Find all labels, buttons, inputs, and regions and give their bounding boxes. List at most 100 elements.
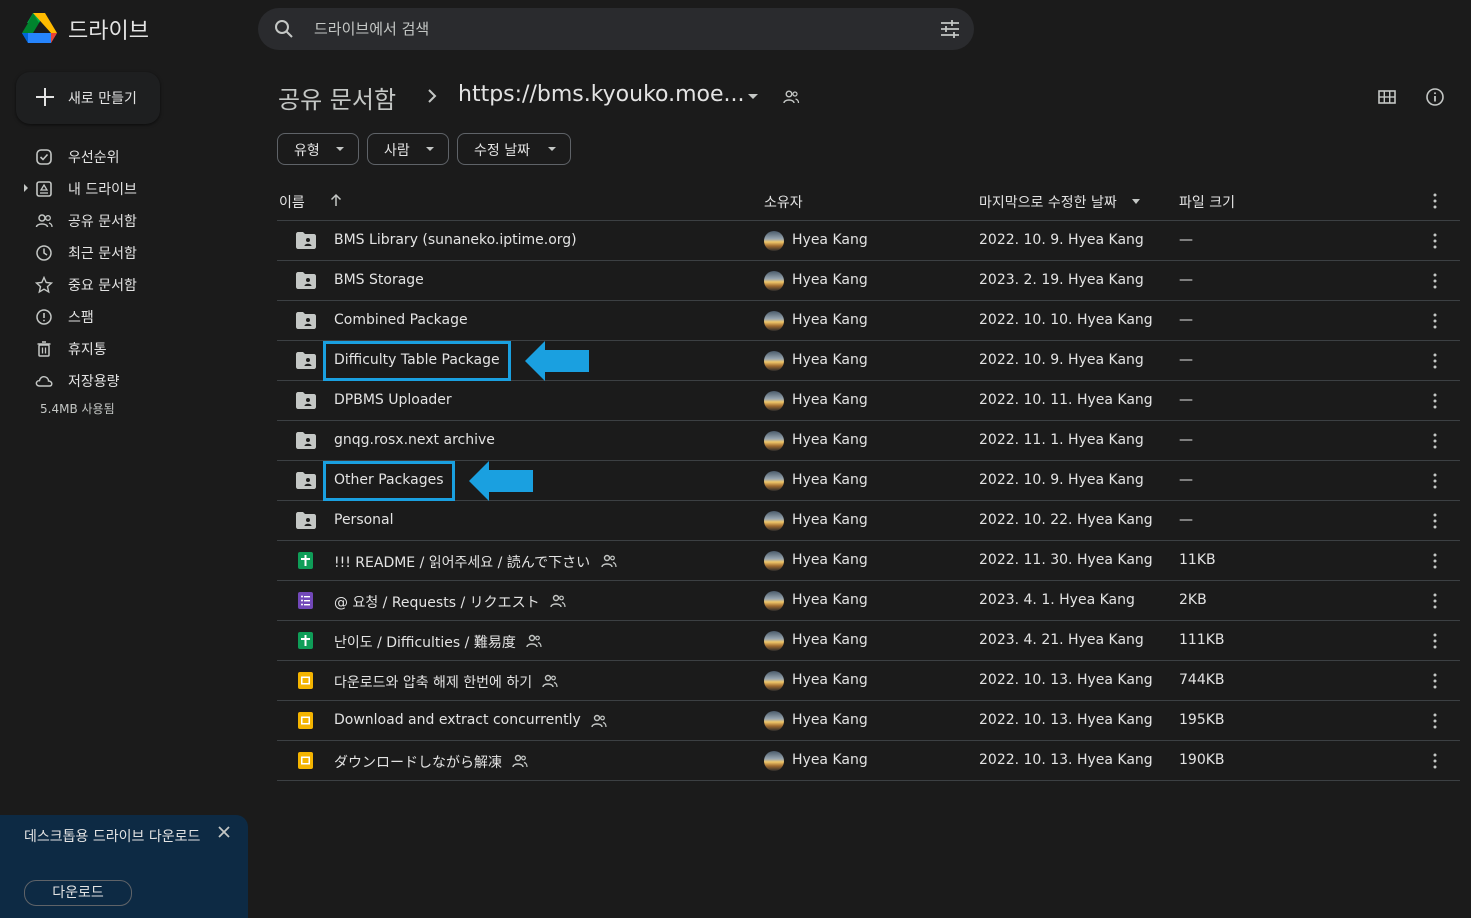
- table-row[interactable]: 다운로드와 압축 해제 한번에 하기 Hyea Kang 2022. 10. 13.…: [277, 661, 1460, 701]
- owner-avatar: [764, 551, 784, 571]
- table-row[interactable]: @ 요청 / Requests / リクエスト Hyea Kang 2023. 4.…: [277, 581, 1460, 621]
- file-name[interactable]: BMS Library (sunaneko.iptime.org): [334, 232, 577, 248]
- sidebar-item-storage[interactable]: 저장용량: [0, 364, 250, 396]
- file-size: 111KB: [1179, 632, 1225, 648]
- sort-dropdown-icon[interactable]: [1132, 199, 1140, 204]
- modified-date: 2023. 4. 1. Hyea Kang: [979, 592, 1135, 608]
- table-row[interactable]: !!! README / 읽어주세요 / 読んで下さい Hyea Kang 2022…: [277, 541, 1460, 581]
- sidebar-item-my-drive[interactable]: 내 드라이브: [0, 172, 250, 204]
- modified-date: 2022. 10. 9. Hyea Kang: [979, 352, 1144, 368]
- download-button[interactable]: 다운로드: [24, 880, 132, 906]
- new-button[interactable]: 새로 만들기: [16, 72, 160, 124]
- drive-logo-icon[interactable]: [22, 12, 58, 44]
- sidebar-item-priority[interactable]: 우선순위: [0, 140, 250, 172]
- modified-date: 2022. 10. 9. Hyea Kang: [979, 472, 1144, 488]
- file-name[interactable]: Combined Package: [334, 312, 468, 328]
- more-vert-icon[interactable]: [1429, 672, 1441, 690]
- brand-title: 드라이브: [68, 19, 149, 44]
- search-options-icon[interactable]: [940, 19, 960, 39]
- grid-view-icon[interactable]: [1377, 87, 1397, 107]
- file-size: —: [1179, 352, 1193, 368]
- my-drive-icon: [36, 181, 52, 197]
- more-vert-icon[interactable]: [1429, 352, 1441, 370]
- file-size: —: [1179, 432, 1193, 448]
- more-vert-icon[interactable]: [1429, 432, 1441, 450]
- more-vert-icon[interactable]: [1429, 552, 1441, 570]
- table-row[interactable]: ダウンロードしながら解凍 Hyea Kang 2022. 10. 13. Hyea …: [277, 741, 1460, 781]
- file-name[interactable]: gnqg.rosx.next archive: [334, 432, 495, 448]
- search-icon[interactable]: [274, 19, 294, 39]
- more-vert-icon[interactable]: [1429, 192, 1441, 210]
- table-row[interactable]: gnqg.rosx.next archive Hyea Kang 2022. 11.…: [277, 421, 1460, 461]
- table-row[interactable]: Combined Package Hyea Kang 2022. 10. 10. H…: [277, 301, 1460, 341]
- chevron-down-icon[interactable]: [748, 94, 758, 99]
- file-name[interactable]: !!! README / 읽어주세요 / 読んで下さい: [334, 552, 590, 572]
- sidebar-item-starred[interactable]: 중요 문서함: [0, 268, 250, 300]
- more-vert-icon[interactable]: [1429, 232, 1441, 250]
- chevron-down-icon: [336, 147, 344, 151]
- sidebar-item-shared[interactable]: 공유 문서함: [0, 204, 250, 236]
- file-size: 2KB: [1179, 592, 1207, 608]
- table-body: BMS Library (sunaneko.iptime.org) Hyea Ka…: [277, 221, 1460, 781]
- close-icon[interactable]: [215, 823, 233, 841]
- column-header-size[interactable]: 파일 크기: [1179, 192, 1235, 212]
- sidebar-item-spam[interactable]: 스팸: [0, 300, 250, 332]
- file-size: —: [1179, 392, 1193, 408]
- search-bar[interactable]: 드라이브에서 검색: [258, 8, 974, 50]
- more-vert-icon[interactable]: [1429, 632, 1441, 650]
- owner-avatar: [764, 391, 784, 411]
- shared-folder-icon: [296, 312, 316, 329]
- filter-type-chip[interactable]: 유형: [277, 133, 359, 165]
- table-row[interactable]: BMS Storage Hyea Kang 2023. 2. 19. Hyea Ka…: [277, 261, 1460, 301]
- more-vert-icon[interactable]: [1429, 312, 1441, 330]
- file-size: 190KB: [1179, 752, 1225, 768]
- more-vert-icon[interactable]: [1429, 272, 1441, 290]
- table-row[interactable]: DPBMS Uploader Hyea Kang 2022. 10. 11. Hye…: [277, 381, 1460, 421]
- expand-caret-icon[interactable]: [24, 184, 28, 192]
- table-row[interactable]: Download and extract concurrently Hyea Ka…: [277, 701, 1460, 741]
- shared-folder-icon[interactable]: [782, 88, 800, 106]
- file-name[interactable]: BMS Storage: [334, 272, 424, 288]
- more-vert-icon[interactable]: [1429, 592, 1441, 610]
- file-size: 195KB: [1179, 712, 1225, 728]
- owner-avatar: [764, 431, 784, 451]
- file-size: —: [1179, 472, 1193, 488]
- file-name[interactable]: 다운로드와 압축 해제 한번에 하기: [334, 672, 532, 692]
- column-header-owner[interactable]: 소유자: [764, 192, 803, 212]
- more-vert-icon[interactable]: [1429, 512, 1441, 530]
- more-vert-icon[interactable]: [1429, 392, 1441, 410]
- breadcrumb-root[interactable]: 공유 문서함: [278, 80, 396, 115]
- sidebar-item-recent[interactable]: 최근 문서함: [0, 236, 250, 268]
- file-name[interactable]: DPBMS Uploader: [334, 392, 452, 408]
- column-header-name[interactable]: 이름: [279, 192, 305, 212]
- file-name[interactable]: Personal: [334, 512, 394, 528]
- more-vert-icon[interactable]: [1429, 472, 1441, 490]
- chevron-down-icon: [426, 147, 434, 151]
- table-row[interactable]: Personal Hyea Kang 2022. 10. 22. Hyea Kang…: [277, 501, 1460, 541]
- filter-people-chip[interactable]: 사람: [367, 133, 449, 165]
- arrow-left-icon: [468, 461, 533, 501]
- info-icon[interactable]: [1425, 87, 1445, 107]
- sidebar-item-trash[interactable]: 휴지통: [0, 332, 250, 364]
- search-input[interactable]: 드라이브에서 검색: [314, 18, 429, 39]
- sort-arrow-up-icon[interactable]: [329, 193, 343, 207]
- file-name[interactable]: @ 요청 / Requests / リクエスト: [334, 592, 540, 612]
- modified-date: 2022. 10. 9. Hyea Kang: [979, 232, 1144, 248]
- column-header-modified[interactable]: 마지막으로 수정한 날짜: [979, 192, 1117, 212]
- file-name[interactable]: ダウンロードしながら解凍: [334, 752, 502, 772]
- breadcrumb-current-folder[interactable]: https://bms.kyouko.moe...: [458, 82, 745, 107]
- file-name[interactable]: Download and extract concurrently: [334, 712, 581, 728]
- new-button-label: 새로 만들기: [68, 91, 137, 107]
- table-row[interactable]: 난이도 / Difficulties / 難易度 Hyea Kang 2023. 4…: [277, 621, 1460, 661]
- table-header: 이름 소유자 마지막으로 수정한 날짜 파일 크기: [277, 180, 1460, 221]
- filter-modified-chip[interactable]: 수정 날짜: [457, 133, 571, 165]
- sidebar-item-label: 공유 문서함: [68, 214, 137, 230]
- promo-text: 데스크톱용 드라이브 다운로드: [24, 829, 201, 845]
- file-name[interactable]: 난이도 / Difficulties / 難易度: [334, 632, 516, 652]
- priority-icon: [36, 149, 52, 165]
- owner-name: Hyea Kang: [792, 752, 868, 768]
- table-row[interactable]: BMS Library (sunaneko.iptime.org) Hyea Ka…: [277, 221, 1460, 261]
- file-size: 744KB: [1179, 672, 1225, 688]
- more-vert-icon[interactable]: [1429, 712, 1441, 730]
- more-vert-icon[interactable]: [1429, 752, 1441, 770]
